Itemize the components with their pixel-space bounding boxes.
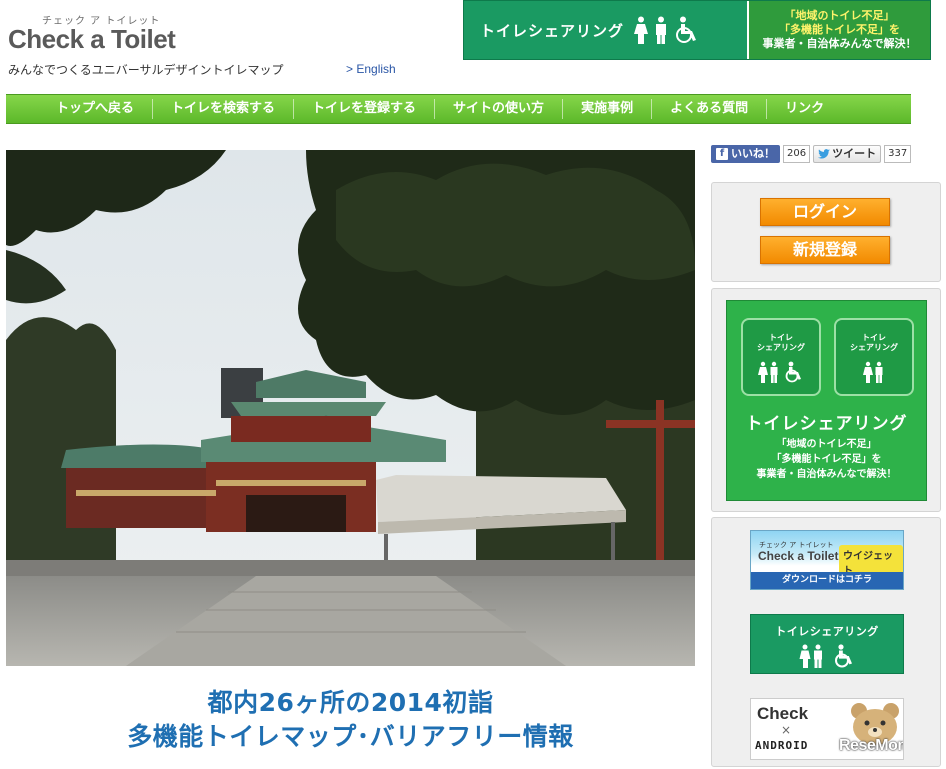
toilet-sharing-header-banner[interactable]: トイレシェアリング 「地域のトイレ不足」 「多機能トイレ不足」を 事業者・自治体… bbox=[463, 0, 931, 60]
logo-text: Check a Toilet bbox=[8, 24, 176, 54]
toilet-sharing-small-banner[interactable]: トイレシェアリング bbox=[750, 614, 904, 674]
sharing-description: 「地域のトイレ不足」 「多機能トイレ不足」を 事業者・自治体みんなで解決！ bbox=[756, 439, 897, 480]
male-icon bbox=[656, 16, 667, 44]
nav-top[interactable]: トップへ戻る bbox=[38, 99, 152, 119]
article-headline: 都内26ヶ所の2014初詣 多機能トイレマップ･バリアフリー情報 bbox=[6, 686, 695, 754]
widget-download-banner[interactable]: チェック ア トイレット Check a Toilet ウイジェット ダウンロー… bbox=[750, 530, 904, 590]
social-buttons: f いいね！ 206 ツイート 337 bbox=[711, 145, 912, 163]
toilet-sharing-promo-box: トイレ シェアリング トイレ シェアリング トイレシェアリング 「地域のトイレ不足」… bbox=[711, 288, 941, 512]
site-logo[interactable]: チェック ア トイレット Check a Toilet みんなでつくるユニバーサ… bbox=[8, 10, 328, 80]
widget-logo: Check a Toilet bbox=[758, 549, 839, 563]
tweet-count: 337 bbox=[884, 145, 912, 163]
restroom-icon bbox=[799, 644, 822, 668]
nav-faq[interactable]: よくある質問 bbox=[651, 99, 766, 119]
wheelchair-icon bbox=[785, 361, 801, 383]
site-tagline: みんなでつくるユニバーサルデザイントイレマップ bbox=[8, 63, 284, 77]
green-banner-title: トイレシェアリング bbox=[775, 625, 879, 638]
login-button[interactable]: ログイン bbox=[760, 198, 890, 226]
sharing-tile-general: トイレ シェアリング bbox=[741, 318, 821, 396]
restroom-icons bbox=[634, 16, 700, 44]
english-link[interactable]: > English bbox=[346, 62, 396, 76]
female-icon bbox=[634, 16, 649, 44]
sharing-title: トイレシェアリング bbox=[745, 414, 908, 434]
android-app-banner[interactable]: Check × ANDROID ReseMom bbox=[750, 698, 904, 760]
toilet-sharing-banner[interactable]: トイレ シェアリング トイレ シェアリング トイレシェアリング 「地域のトイレ不足」… bbox=[726, 300, 927, 501]
sharing-tile-restroom: トイレ シェアリング bbox=[834, 318, 914, 396]
android-banner-cross: × bbox=[781, 723, 792, 737]
facebook-like-button[interactable]: f いいね！ bbox=[711, 145, 780, 163]
android-banner-android: ANDROID bbox=[755, 739, 809, 752]
widgets-box: チェック ア トイレット Check a Toilet ウイジェット ダウンロー… bbox=[711, 517, 941, 767]
facebook-like-count: 206 bbox=[783, 145, 811, 163]
tweet-button[interactable]: ツイート bbox=[813, 145, 882, 163]
restroom-icon bbox=[863, 361, 883, 383]
wheelchair-icon bbox=[835, 644, 852, 668]
android-banner-check: Check bbox=[757, 704, 809, 723]
resemom-watermark: ReseMom bbox=[839, 737, 904, 754]
twitter-icon bbox=[818, 149, 831, 159]
shrine-photo bbox=[6, 150, 695, 666]
nav-how-to-use[interactable]: サイトの使い方 bbox=[434, 99, 562, 119]
nav-register-toilet[interactable]: トイレを登録する bbox=[293, 99, 434, 119]
headline-line-2: 多機能トイレマップ･バリアフリー情報 bbox=[127, 722, 574, 751]
wheelchair-icon bbox=[676, 16, 697, 43]
restroom-icon bbox=[758, 361, 778, 383]
nav-search-toilet[interactable]: トイレを検索する bbox=[152, 99, 293, 119]
banner-title: トイレシェアリング bbox=[480, 21, 625, 40]
facebook-icon: f bbox=[716, 148, 728, 160]
widget-download-label: ダウンロードはコチラ bbox=[751, 572, 903, 589]
register-button[interactable]: 新規登録 bbox=[760, 236, 890, 264]
headline-line-1: 都内26ヶ所の2014初詣 bbox=[207, 688, 494, 717]
main-nav: トップへ戻る トイレを検索する トイレを登録する サイトの使い方 実施事例 よく… bbox=[6, 94, 911, 124]
nav-links[interactable]: リンク bbox=[766, 99, 842, 119]
banner-description: 「地域のトイレ不足」 「多機能トイレ不足」を 事業者・自治体みんなで解決！ bbox=[747, 1, 930, 59]
account-box: ログイン 新規登録 bbox=[711, 182, 941, 282]
nav-case-studies[interactable]: 実施事例 bbox=[562, 99, 651, 119]
